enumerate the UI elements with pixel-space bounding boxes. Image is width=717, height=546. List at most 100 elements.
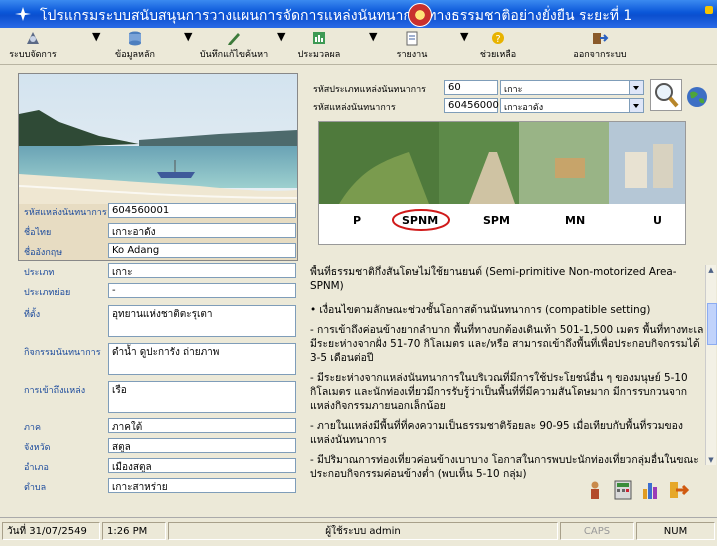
edit-search-dropdown-icon[interactable]: ▼: [277, 30, 285, 62]
thai-name-field[interactable]: เกาะอาดัง: [108, 223, 296, 238]
status-bar: วันที่ 31/07/2549 1:26 PM ผู้ใช้ระบบ adm…: [0, 517, 717, 546]
map-button[interactable]: [684, 85, 710, 109]
field-label-thai-name: ชื่อไทย: [24, 228, 52, 238]
site-code-filter-label: รหัสแหล่งนันทนาการ: [313, 103, 396, 113]
description-paragraph: - การเข้าถึงค่อนข้างยากลำบาก พื้นที่ทางบ…: [310, 324, 704, 364]
agency-logo-icon: [408, 3, 432, 27]
selected-class-highlight: [392, 209, 450, 231]
status-user: ผู้ใช้ระบบ admin: [168, 522, 558, 540]
calculate-button[interactable]: [612, 479, 634, 501]
svg-text:?: ?: [495, 34, 500, 45]
description-paragraph: - ภายในแหล่งมีพื้นที่ที่คงความเป็นธรรมชา…: [310, 420, 683, 446]
scroll-down-icon[interactable]: ▼: [707, 456, 715, 464]
scroll-up-icon[interactable]: ▲: [707, 266, 715, 274]
toolbar-process-button[interactable]: ประมวลผล: [296, 30, 342, 62]
description-paragraph: - มีระยะห่างจากแหล่งนันทนาการในบริเวณที่…: [310, 372, 688, 412]
report-icon: [406, 31, 418, 46]
region-field[interactable]: ภาคใต้: [108, 418, 296, 433]
type-code-input[interactable]: 60: [444, 80, 498, 95]
person-button[interactable]: [584, 479, 606, 501]
field-label-location: ที่ตั้ง: [24, 310, 41, 320]
subtype-field[interactable]: -: [108, 283, 296, 298]
toolbar-edit-search-button[interactable]: บันทึกแก้ไขค้นหา: [194, 30, 274, 62]
toolbar-process-label: ประมวลผล: [297, 50, 341, 60]
toolbar-system-button[interactable]: ระบบจัดการ: [6, 30, 60, 62]
site-code-field[interactable]: 604560001: [108, 203, 296, 218]
status-caps: CAPS: [560, 522, 634, 540]
district-field[interactable]: เมืองสตูล: [108, 458, 296, 473]
field-label-subtype: ประเภทย่อย: [24, 288, 71, 298]
field-label-activities: กิจกรรมนันทนาการ: [24, 348, 101, 358]
province-field[interactable]: สตูล: [108, 438, 296, 453]
edit-icon: [228, 33, 240, 45]
magnifier-icon: [655, 83, 679, 108]
field-label-access: การเข้าถึงแหล่ง: [24, 386, 86, 396]
spectrum-class-p: P: [353, 214, 362, 227]
activities-field[interactable]: ดำน้ำ ดูปะการัง ถ่ายภาพ: [108, 343, 296, 375]
toolbar-report-label: รายงาน: [396, 50, 428, 60]
toolbar-master-data-label: ข้อมูลหลัก: [115, 50, 155, 60]
toolbar: ระบบจัดการ ▼ ข้อมูลหลัก ▼ บันทึกแก้ไขค้น…: [0, 28, 717, 65]
chart-icon: [643, 483, 657, 499]
toolbar-help-label: ช่วยเหลือ: [479, 50, 517, 60]
main-panel: รหัสแหล่งนันทนาการ 604560001 ชื่อไทย เกา…: [0, 65, 717, 517]
status-date: วันที่ 31/07/2549: [2, 522, 100, 540]
type-field[interactable]: เกาะ: [108, 263, 296, 278]
toolbar-system-label: ระบบจัดการ: [9, 50, 57, 60]
toolbar-master-data-button[interactable]: ข้อมูลหลัก: [106, 30, 164, 62]
exit-icon: [593, 33, 609, 44]
type-select-value: เกาะ: [504, 85, 523, 95]
exit-arrow-button[interactable]: [668, 479, 690, 501]
type-select[interactable]: เกาะ: [500, 80, 644, 95]
access-field[interactable]: เรือ: [108, 381, 296, 413]
system-icon: [27, 32, 39, 44]
recreation-spectrum-image: P SPNM SPM MN U: [318, 121, 686, 245]
location-field[interactable]: อุทยานแห่งชาติตะรุเตา: [108, 305, 296, 337]
type-code-label: รหัสประเภทแหล่งนันทนาการ: [313, 85, 427, 95]
description-paragraph: • เงื่อนไขตามลักษณะช่วงชั้นโอกาสด้านนันท…: [310, 304, 651, 316]
master-data-dropdown-icon[interactable]: ▼: [184, 30, 192, 62]
search-button[interactable]: [650, 79, 682, 111]
subdistrict-field[interactable]: เกาะสาหร่าย: [108, 478, 296, 493]
field-label-district: อำเภอ: [24, 463, 49, 473]
app-icon: [15, 7, 31, 21]
minimize-button[interactable]: [705, 6, 713, 14]
process-dropdown-icon[interactable]: ▼: [369, 30, 377, 62]
spectrum-class-mn: MN: [565, 214, 586, 227]
scrollbar-thumb[interactable]: [707, 303, 717, 345]
toolbar-exit-button[interactable]: ออกจากระบบ: [568, 30, 632, 62]
site-code-filter-input[interactable]: 604560001: [444, 98, 505, 113]
toolbar-help-button[interactable]: ? ช่วยเหลือ: [478, 30, 518, 62]
toolbar-edit-search-label: บันทึกแก้ไขค้นหา: [199, 50, 269, 60]
description-scrollbar[interactable]: ▲ ▼: [705, 265, 717, 465]
english-name-field[interactable]: Ko Adang: [108, 243, 296, 258]
spectrum-class-spm: SPM: [483, 214, 510, 227]
calculator-icon: [614, 480, 632, 500]
description-heading: พื้นที่ธรรมชาติกึ่งสันโดษไม่ใช้ยานยนต์ (…: [310, 266, 677, 292]
status-num: NUM: [636, 522, 715, 540]
help-icon: ?: [492, 32, 504, 45]
status-time: 1:26 PM: [102, 522, 166, 540]
chart-button[interactable]: [640, 479, 662, 501]
exit-arrow-icon: [670, 482, 690, 498]
class-description: พื้นที่ธรรมชาติกึ่งสันโดษไม่ใช้ยานยนต์ (…: [310, 265, 704, 505]
process-icon: [313, 32, 325, 44]
system-dropdown-icon[interactable]: ▼: [92, 30, 100, 62]
toolbar-exit-label: ออกจากระบบ: [573, 50, 627, 60]
database-icon: [129, 31, 141, 46]
field-label-province: จังหวัด: [24, 443, 51, 453]
type-dropdown-icon[interactable]: [629, 81, 643, 94]
site-select-value: เกาะอาดัง: [504, 103, 544, 113]
globe-icon: [687, 87, 707, 107]
report-dropdown-icon[interactable]: ▼: [460, 30, 468, 62]
field-label-subdistrict: ตำบล: [24, 483, 47, 493]
field-label-region: ภาค: [24, 423, 42, 433]
description-paragraph: - มีปริมาณการท่องเที่ยวค่อนข้างเบาบาง โอ…: [310, 454, 699, 480]
person-icon: [591, 481, 599, 499]
site-dropdown-icon[interactable]: [629, 99, 643, 112]
spectrum-class-u: U: [653, 214, 662, 227]
title-bar: โปรแกรมระบบสนับสนุนการวางแผนการจัดการแหล…: [0, 0, 717, 28]
field-label-english-name: ชื่ออังกฤษ: [24, 248, 63, 258]
toolbar-report-button[interactable]: รายงาน: [392, 30, 432, 62]
site-select[interactable]: เกาะอาดัง: [500, 98, 644, 113]
